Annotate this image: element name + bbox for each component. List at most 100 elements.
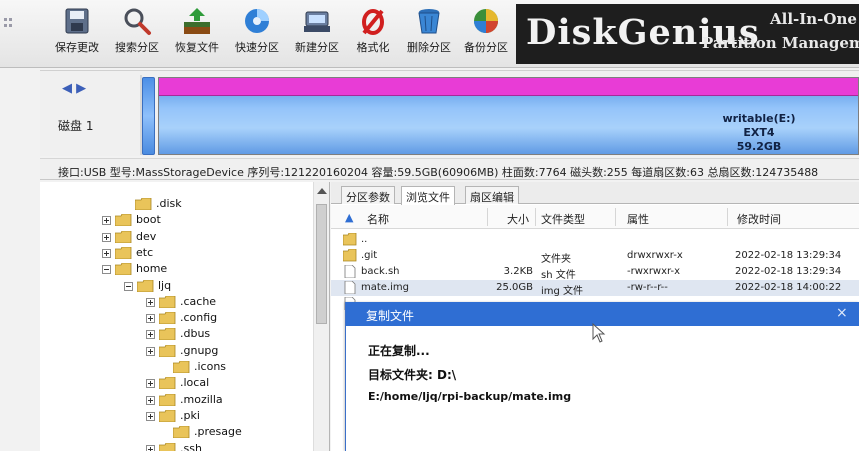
copy-target-text: 目标文件夹: D:\ [368, 368, 457, 382]
tree-expander-icon[interactable] [146, 297, 155, 307]
banner-tagline-2: Partition Manageme [702, 34, 859, 52]
recover-files-button[interactable]: 恢复文件 [168, 4, 226, 64]
file-name: .. [361, 234, 368, 245]
pane-tabs: 分区参数 浏览文件 扇区编辑 [331, 182, 859, 205]
new-partition-label: 新建分区 [295, 41, 339, 54]
tree-expander-icon[interactable] [146, 314, 155, 324]
recover-files-label: 恢复文件 [175, 41, 219, 54]
file-row[interactable]: mate.img 25.0GB img 文件 -rw-r--r-- 2022-02-18… [331, 280, 859, 297]
tree-expander-icon[interactable] [102, 265, 111, 275]
prev-disk-icon[interactable]: ◀ [62, 81, 72, 96]
disk-info-line: 接口:USB 型号:MassStorageDevice 序列号:12122016… [40, 158, 859, 180]
search-partition-label: 搜索分区 [115, 41, 159, 54]
tree-expander-icon[interactable] [146, 379, 155, 389]
save-changes-label: 保存更改 [55, 41, 99, 54]
quick-partition-icon [245, 9, 269, 33]
col-mtime[interactable]: 修改时间 [737, 211, 781, 227]
save-icon [65, 8, 89, 34]
tab-browse-files[interactable]: 浏览文件 [401, 186, 455, 205]
tree-expander-icon[interactable] [146, 346, 155, 356]
tab-partition-params[interactable]: 分区参数 [341, 186, 395, 204]
tree-expander-icon[interactable] [146, 444, 155, 451]
file-row[interactable]: .. [331, 232, 859, 248]
file-name: .git [361, 250, 378, 261]
file-row[interactable]: .git 文件夹 drwxrwxr-x 2022-02-18 13:29:34 [331, 248, 859, 265]
file-type: img 文件 [541, 286, 584, 297]
tree-expander-icon[interactable] [146, 395, 155, 405]
quick-partition-button[interactable]: 快速分区 [228, 4, 286, 64]
format-label: 格式化 [356, 41, 390, 54]
tree-node-label: .mozilla [180, 392, 223, 406]
tree-expander-icon[interactable] [102, 216, 111, 226]
backup-partition-icon [474, 9, 498, 33]
tab-sector-edit[interactable]: 扇区编辑 [465, 186, 519, 204]
folder-icon [159, 377, 176, 390]
diskgenius-window: 保存更改 搜索分区 恢复文件 快速分区 新建分区 格式化 删除分区 备份分区 D… [0, 0, 859, 451]
tree-node-label: etc [136, 245, 154, 259]
tree-node-label: home [136, 262, 168, 276]
file-mtime: 2022-02-18 14:00:22 [735, 282, 842, 293]
backup-partition-button[interactable]: 备份分区 [458, 4, 514, 64]
folder-icon [115, 230, 132, 243]
search-partition-button[interactable]: 搜索分区 [108, 4, 166, 64]
partition-segment-writable[interactable]: writable(E:) EXT4 59.2GB [158, 77, 859, 155]
tree-node-label: .config [180, 311, 218, 325]
next-disk-icon[interactable]: ▶ [76, 81, 86, 96]
folder-icon [159, 344, 176, 357]
folder-icon [173, 426, 190, 439]
tree-node-label: .cache [180, 294, 217, 308]
folder-icon [159, 393, 176, 406]
file-attr: -rwxrwxr-x [627, 266, 681, 277]
recover-files-icon [184, 8, 210, 34]
tree-node-label: .dbus [180, 327, 211, 341]
toolbar: 保存更改 搜索分区 恢复文件 快速分区 新建分区 格式化 删除分区 备份分区 D… [0, 0, 859, 68]
col-size[interactable]: 大小 [507, 211, 529, 227]
search-icon [124, 8, 151, 35]
partition-segment-small[interactable] [142, 77, 155, 155]
new-partition-button[interactable]: 新建分区 [288, 4, 346, 64]
col-name[interactable]: 名称 [367, 211, 389, 227]
folder-icon [115, 214, 132, 227]
close-icon[interactable]: × [836, 305, 848, 321]
folder-icon [115, 263, 132, 276]
tree-node-label: .ssh [180, 441, 202, 451]
col-attr[interactable]: 属性 [627, 211, 649, 227]
quick-partition-label: 快速分区 [235, 41, 279, 54]
file-size: 25.0GB [496, 282, 533, 293]
tree-node-label: ljq [158, 278, 172, 292]
tree-expander-icon[interactable] [124, 281, 133, 291]
tree-expander-icon[interactable] [146, 330, 155, 340]
toolbar-grip-icon[interactable] [4, 18, 14, 48]
tree-expander-icon[interactable] [102, 232, 111, 242]
dialog-title: 复制文件 [366, 309, 415, 323]
folder-icon [115, 246, 132, 259]
col-divider [727, 208, 728, 226]
new-partition-icon [304, 11, 330, 32]
tree-expander-icon[interactable] [146, 411, 155, 421]
save-changes-button[interactable]: 保存更改 [48, 4, 106, 64]
tree-node-label: .presage [194, 425, 242, 439]
tree-node-label: .icons [194, 360, 227, 373]
col-type[interactable]: 文件类型 [541, 211, 585, 227]
delete-partition-button[interactable]: 删除分区 [400, 4, 458, 64]
partition-size: 59.2GB [736, 140, 782, 153]
folder-icon [159, 295, 176, 308]
partition-name: writable(E:) [722, 112, 796, 125]
disk-map-panel: ◀ ▶ 磁盘 1 writable(E:) EXT4 59.2GB [40, 70, 859, 156]
col-divider [615, 208, 616, 226]
partition-segment-header [159, 78, 858, 96]
tree-scrollbar-thumb[interactable] [316, 204, 327, 324]
file-attr: -rw-r--r-- [627, 282, 668, 293]
directory-tree: .disk boot dev etc home ljq .cache .config .dbus… [40, 182, 330, 451]
file-type: 文件夹 [541, 254, 571, 265]
format-button[interactable]: 格式化 [348, 4, 398, 64]
tree-expander-icon[interactable] [102, 248, 111, 258]
folder-up-icon [343, 233, 357, 246]
file-row[interactable]: back.sh 3.2KB sh 文件 -rwxrwxr-x 2022-02-18 13… [331, 264, 859, 281]
up-directory-icon[interactable]: ▲ [345, 211, 353, 224]
disk-nav-arrows[interactable]: ◀ ▶ [62, 81, 86, 96]
tree-scrollbar[interactable] [313, 182, 329, 451]
scroll-up-icon[interactable] [317, 188, 327, 194]
folder-icon [137, 279, 154, 292]
file-list-header: ▲ 名称 大小 文件类型 属性 修改时间 [331, 205, 859, 229]
